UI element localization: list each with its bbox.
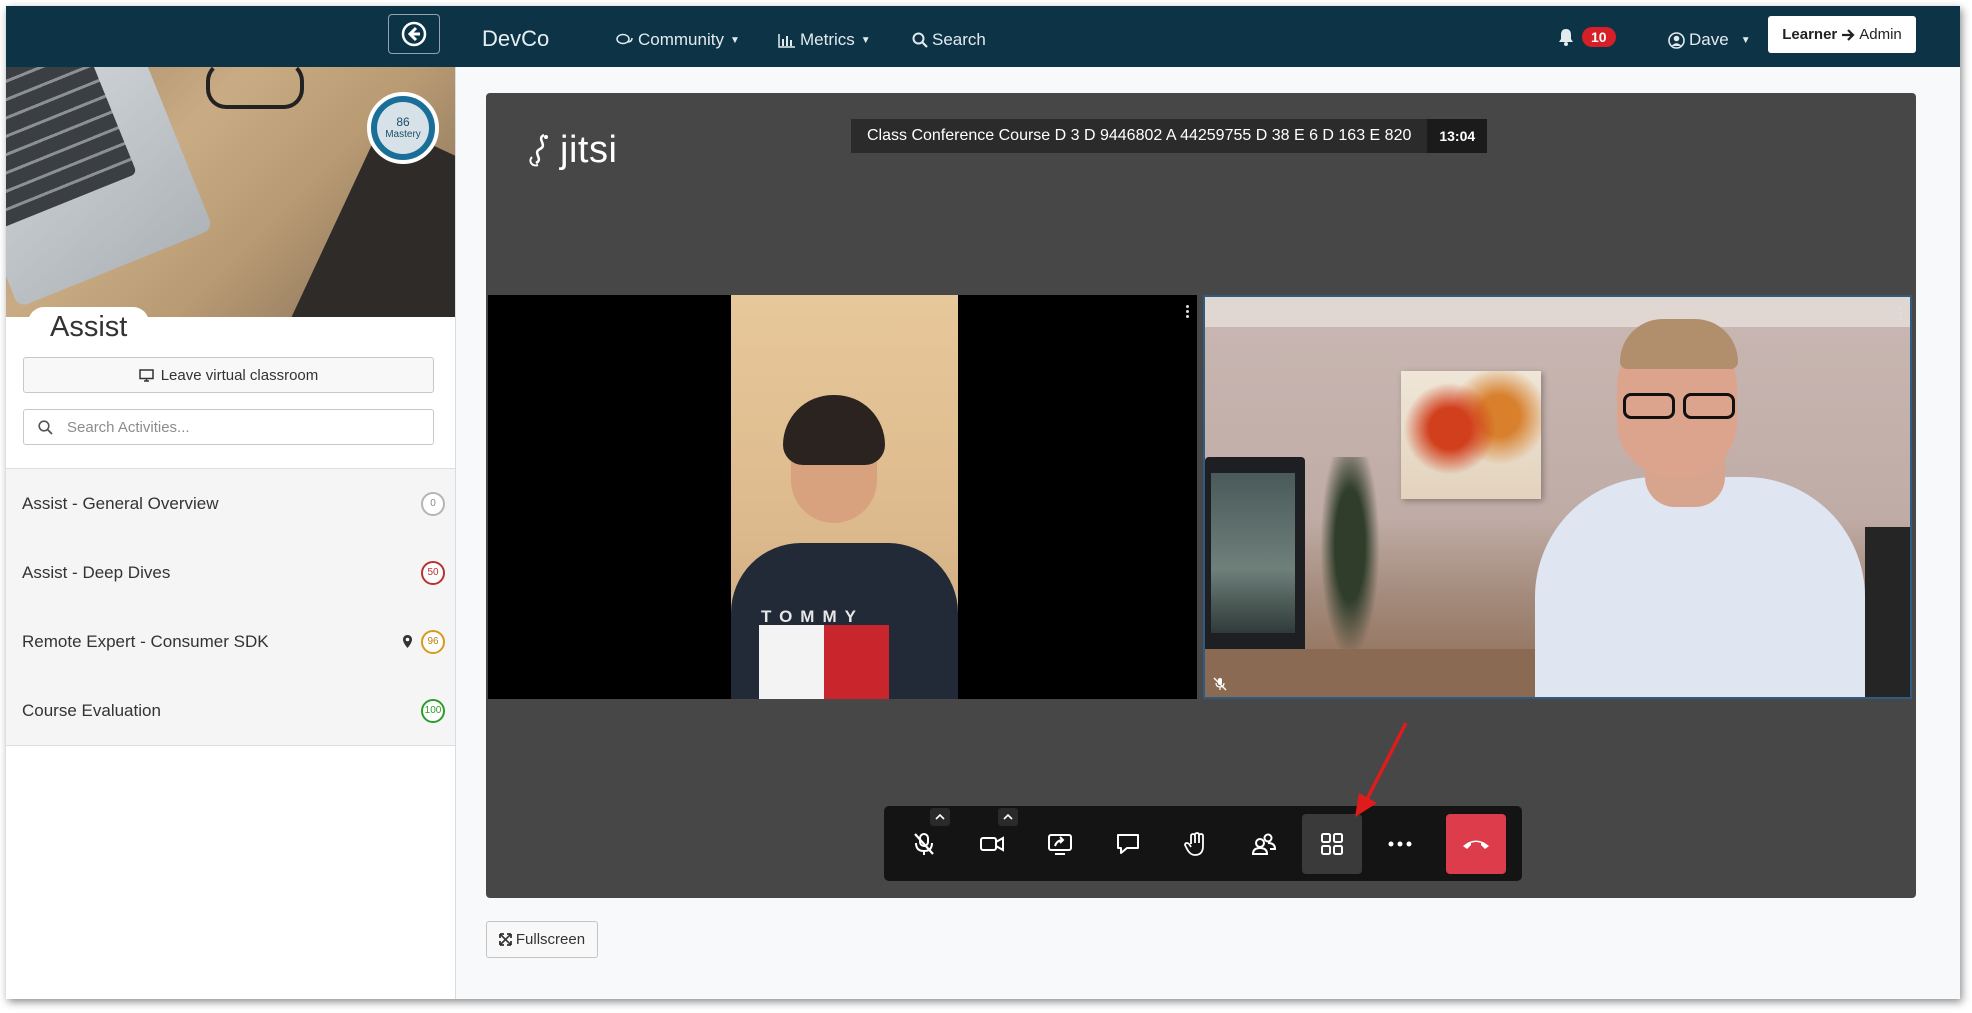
participant-video-1: TOMMY: [731, 295, 958, 699]
top-navbar: DevCo Community ▼ Metrics ▼ Search 10 Da…: [6, 6, 1960, 67]
raise-hand-button[interactable]: [1166, 814, 1226, 874]
hangup-button[interactable]: [1446, 813, 1506, 874]
participant-tile-1[interactable]: TOMMY: [488, 295, 1197, 699]
mastery-value: 86: [396, 114, 410, 129]
more-actions-button[interactable]: [1370, 814, 1430, 874]
caret-down-icon: ▼: [729, 34, 740, 46]
jitsi-logo-icon: [529, 133, 548, 166]
bell-icon: [1559, 29, 1573, 46]
nav-community-label: Community: [638, 30, 724, 49]
annotation-arrow-icon: [1355, 722, 1408, 817]
activity-label: Assist - Deep Dives: [22, 562, 171, 582]
expand-icon: [498, 933, 512, 946]
activity-score-badge: 50: [421, 560, 445, 585]
course-title-tab: Assist: [28, 307, 150, 347]
jitsi-logo-text: jitsi: [560, 129, 618, 171]
activity-item[interactable]: Remote Expert - Consumer SDK 96: [6, 607, 455, 676]
course-title: Assist: [50, 311, 128, 343]
bar-chart-icon: [778, 33, 795, 48]
participant-video-2: [1205, 297, 1910, 697]
microphone-toggle-button[interactable]: [894, 807, 954, 874]
camera-toggle-button[interactable]: [962, 807, 1022, 874]
nav-community[interactable]: Community ▼: [616, 30, 740, 50]
search-icon: [912, 32, 928, 48]
chat-bubble-icon: [1117, 833, 1139, 854]
activity-label: Remote Expert - Consumer SDK: [22, 631, 269, 651]
muted-mic-indicator-icon: [1213, 677, 1227, 691]
activity-item[interactable]: Assist - Deep Dives 50: [6, 538, 455, 607]
conference-timer: 13:04: [1427, 119, 1488, 153]
participants-button[interactable]: [1234, 814, 1294, 874]
hangup-icon: [1463, 840, 1489, 849]
mastery-gauge: 86 Mastery: [367, 92, 439, 164]
tile-view-icon: [1321, 832, 1343, 855]
participant-tile-2[interactable]: [1203, 295, 1912, 699]
banner-laptop: [6, 67, 214, 308]
user-name: Dave: [1689, 30, 1729, 49]
jitsi-logo: jitsi: [526, 129, 617, 172]
caret-down-icon: ▼: [860, 34, 871, 46]
back-button[interactable]: [388, 14, 440, 54]
user-menu[interactable]: Dave ▼: [1668, 30, 1751, 50]
conference-title-bar: Class Conference Course D 3 D 9446802 A …: [851, 119, 1488, 153]
chat-button[interactable]: [1098, 814, 1158, 874]
search-icon: [38, 419, 53, 435]
app-window: DevCo Community ▼ Metrics ▼ Search 10 Da…: [6, 6, 1960, 999]
share-screen-icon: [1048, 833, 1072, 855]
activity-item[interactable]: Assist - General Overview 0: [6, 469, 455, 538]
search-activities-input[interactable]: [65, 417, 429, 437]
more-icon: [1388, 841, 1412, 846]
role-from-label: Learner: [1782, 26, 1838, 43]
arrow-right-icon: [1842, 28, 1855, 41]
raise-hand-icon: [1184, 831, 1204, 856]
nav-metrics[interactable]: Metrics ▼: [778, 30, 871, 50]
mastery-label: Mastery: [385, 129, 421, 141]
activity-search: [23, 409, 434, 445]
role-to-label: Admin: [1859, 26, 1902, 43]
shirt-logo-text: TOMMY: [761, 607, 864, 626]
activity-score-badge: 100: [421, 698, 445, 723]
conference-toolbar: [884, 806, 1522, 881]
audio-settings-chevron-up-icon[interactable]: [930, 807, 950, 826]
camera-icon: [980, 835, 1004, 852]
microphone-muted-icon: [914, 832, 934, 855]
activity-label: Course Evaluation: [22, 700, 161, 720]
back-arrow-icon: [401, 21, 427, 47]
fullscreen-label: Fullscreen: [515, 931, 586, 948]
participants-icon: [1251, 833, 1277, 855]
course-banner-image: 86 Mastery: [6, 67, 455, 317]
nav-metrics-label: Metrics: [800, 30, 855, 49]
activity-label: Assist - General Overview: [22, 493, 219, 513]
activity-score-badge: 96: [421, 629, 445, 654]
fullscreen-button[interactable]: Fullscreen: [486, 921, 598, 958]
activity-list: Assist - General Overview 0 Assist - Dee…: [6, 468, 455, 746]
banner-glasses: [206, 67, 304, 109]
conference-name: Class Conference Course D 3 D 9446802 A …: [851, 119, 1428, 153]
activity-score-badge: 0: [421, 491, 445, 516]
notifications-button[interactable]: 10: [1558, 27, 1616, 47]
user-circle-icon: [1668, 31, 1685, 49]
brand-name[interactable]: DevCo: [482, 26, 549, 52]
leave-virtual-classroom-label: Leave virtual classroom: [160, 366, 319, 384]
leave-virtual-classroom-button[interactable]: Leave virtual classroom: [23, 357, 434, 393]
nav-search[interactable]: Search: [912, 30, 986, 50]
course-sidebar: 86 Mastery Assist Leave virtual classroo…: [6, 67, 456, 999]
activity-item[interactable]: Course Evaluation 100: [6, 676, 455, 745]
caret-down-icon: ▼: [1740, 34, 1751, 46]
location-pin-icon: [402, 634, 413, 649]
chat-icon: [616, 33, 633, 45]
tile-menu-icon[interactable]: [1899, 307, 1902, 320]
tile-menu-icon[interactable]: [1186, 305, 1189, 318]
tile-view-button[interactable]: [1302, 813, 1362, 874]
video-settings-chevron-up-icon[interactable]: [998, 807, 1018, 826]
nav-search-label: Search: [932, 30, 986, 49]
video-conference-stage: jitsi Class Conference Course D 3 D 9446…: [486, 93, 1916, 898]
share-screen-button[interactable]: [1030, 814, 1090, 874]
monitor-icon: [138, 368, 154, 382]
role-switch-button[interactable]: Learner Admin: [1768, 16, 1916, 53]
notifications-badge: 10: [1582, 27, 1616, 47]
